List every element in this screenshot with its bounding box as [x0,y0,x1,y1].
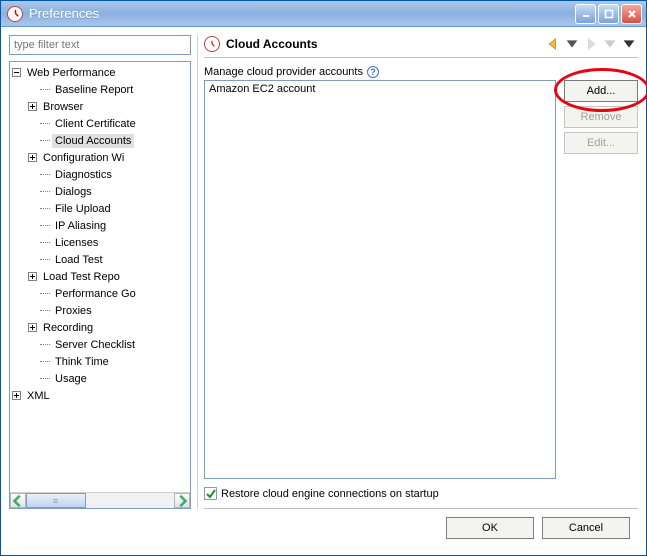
tree-item[interactable]: Licenses [28,234,190,251]
maximize-button[interactable] [598,4,619,24]
list-item[interactable]: Amazon EC2 account [205,81,555,97]
tree-item[interactable]: Server Checklist [28,336,190,353]
nav-fwd-icon [582,35,600,53]
expand-icon[interactable] [28,153,37,162]
accounts-list[interactable]: Amazon EC2 account [204,80,556,479]
tree-branch-icon [28,340,37,349]
tree-item[interactable]: Load Test Repo [28,268,190,285]
tree-item[interactable]: Cloud Accounts [28,132,190,149]
expand-icon[interactable] [28,272,37,281]
tree-branch-icon [28,255,37,264]
tree-item-label: Client Certificate [52,117,139,131]
nav-fwd-menu-icon [601,35,619,53]
tree-item-label: File Upload [52,202,114,216]
tree-item-label: Baseline Report [52,83,136,97]
tree-item[interactable]: Proxies [28,302,190,319]
tree-item[interactable]: IP Aliasing [28,217,190,234]
tree-item-label: Load Test [52,253,106,267]
nav-pane: Web Performance Baseline Report Browser Cli… [9,35,191,509]
tree-branch-icon [28,204,37,213]
tree-item-label: Server Checklist [52,338,138,352]
scroll-left-icon[interactable] [10,493,26,508]
tree-item-label: Browser [40,100,86,114]
tree-item[interactable]: Dialogs [28,183,190,200]
tree-item-label: Proxies [52,304,95,318]
tree-item-label: Diagnostics [52,168,115,182]
tree-branch-icon [28,238,37,247]
tree-item[interactable]: Load Test [28,251,190,268]
close-button[interactable] [621,4,642,24]
tree-item[interactable]: Browser [28,98,190,115]
tree-item-label: Recording [40,321,96,335]
preferences-window: Preferences Web Performance Baseline Repo… [0,0,647,556]
ok-button[interactable]: OK [446,517,534,539]
tree-item-label: Dialogs [52,185,95,199]
tree-branch-icon [28,374,37,383]
tree[interactable]: Web Performance Baseline Report Browser Cli… [9,61,191,509]
tree-item[interactable]: Diagnostics [28,166,190,183]
settings-pane: Cloud Accounts Manage cloud provider acc… [197,35,638,509]
tree-item[interactable]: File Upload [28,200,190,217]
tree-item-label: Performance Go [52,287,139,301]
tree-item-xml[interactable]: XML [12,387,190,404]
tree-item-label: IP Aliasing [52,219,109,233]
help-icon[interactable]: ? [367,66,379,78]
remove-button: Remove [564,106,638,128]
add-button[interactable]: Add... [564,80,638,102]
tree-branch-icon [28,187,37,196]
titlebar: Preferences [1,1,646,27]
tree-item[interactable]: Baseline Report [28,81,190,98]
tree-item-label: Licenses [52,236,101,250]
tree-item-label: Configuration Wi [40,151,127,165]
tree-item-label: XML [24,389,53,403]
tree-item-label: Usage [52,372,90,386]
panel-icon [204,36,220,52]
tree-hscroll[interactable]: ≡ [10,492,190,508]
tree-branch-icon [28,221,37,230]
tree-item[interactable]: Configuration Wi [28,149,190,166]
edit-button: Edit... [564,132,638,154]
tree-branch-icon [28,119,37,128]
restore-checkbox[interactable] [204,487,217,500]
collapse-icon[interactable] [12,68,21,77]
cancel-button[interactable]: Cancel [542,517,630,539]
tree-item-label: Load Test Repo [40,270,123,284]
scroll-right-icon[interactable] [174,493,190,508]
tree-item[interactable]: Performance Go [28,285,190,302]
dialog-footer: OK Cancel [9,509,638,547]
tree-branch-icon [28,136,37,145]
tree-item[interactable]: Usage [28,370,190,387]
scroll-thumb[interactable]: ≡ [26,493,86,508]
tree-item-label: Think Time [52,355,112,369]
tree-branch-icon [28,306,37,315]
nav-back-icon[interactable] [544,35,562,53]
expand-icon[interactable] [28,102,37,111]
tree-item[interactable]: Recording [28,319,190,336]
minimize-button[interactable] [575,4,596,24]
view-menu-icon[interactable] [620,35,638,53]
tree-branch-icon [28,357,37,366]
tree-item-label: Web Performance [24,66,118,80]
expand-icon[interactable] [12,391,21,400]
tree-item-label: Cloud Accounts [52,134,134,148]
nav-back-menu-icon[interactable] [563,35,581,53]
filter-input[interactable] [9,35,191,55]
panel-title: Cloud Accounts [226,37,544,51]
tree-branch-icon [28,85,37,94]
app-icon [7,6,23,22]
panel-description: Manage cloud provider accounts [204,66,363,78]
tree-branch-icon [28,289,37,298]
restore-label: Restore cloud engine connections on star… [221,488,439,500]
tree-item[interactable]: Client Certificate [28,115,190,132]
window-title: Preferences [29,6,575,21]
tree-item[interactable]: Think Time [28,353,190,370]
tree-item-web-performance[interactable]: Web Performance [12,64,190,81]
tree-branch-icon [28,170,37,179]
expand-icon[interactable] [28,323,37,332]
